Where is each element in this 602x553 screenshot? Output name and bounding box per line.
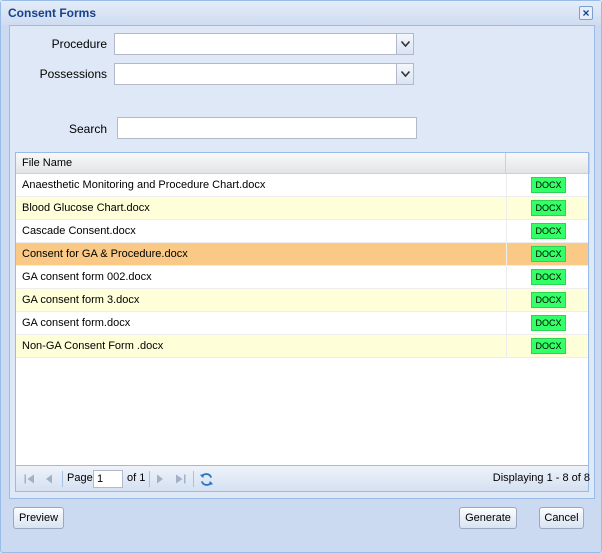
consent-forms-dialog: Consent Forms × Procedure Possessions Se… [0,0,602,553]
file-name-cell: Consent for GA & Procedure.docx [22,248,188,260]
file-grid: File Name Anaesthetic Monitoring and Pro… [15,152,590,492]
next-page-icon[interactable] [153,472,167,486]
first-page-icon[interactable] [22,472,36,486]
docx-badge: DOCX [531,338,566,354]
possessions-dropdown-trigger[interactable] [396,64,413,84]
possessions-combo[interactable] [114,63,414,85]
file-type-cell: DOCX [506,197,590,219]
file-name-cell: GA consent form 3.docx [22,294,140,306]
search-label: Search [68,122,107,136]
table-row[interactable]: Consent for GA & Procedure.docx DOCX [16,243,588,266]
docx-badge: DOCX [531,223,566,239]
toolbar-separator [149,471,150,487]
grid-header: File Name [16,153,590,174]
docx-badge: DOCX [531,246,566,262]
paging-display-info: Displaying 1 - 8 of 8 [492,472,590,484]
table-row[interactable]: Anaesthetic Monitoring and Procedure Cha… [16,174,588,197]
chevron-down-icon [400,41,410,47]
preview-button[interactable]: Preview [13,507,64,529]
docx-badge: DOCX [531,315,566,331]
file-name-cell: Blood Glucose Chart.docx [22,202,150,214]
last-page-icon[interactable] [173,472,187,486]
column-header-type[interactable] [506,153,590,174]
procedure-label: Procedure [51,37,107,51]
generate-button[interactable]: Generate [459,507,517,529]
table-row[interactable]: Blood Glucose Chart.docx DOCX [16,197,588,220]
file-type-cell: DOCX [506,335,590,357]
file-name-cell: GA consent form 002.docx [22,271,152,283]
chevron-down-icon [400,71,410,77]
table-row[interactable]: GA consent form 3.docx DOCX [16,289,588,312]
procedure-combo[interactable] [114,33,414,55]
file-type-cell: DOCX [506,266,590,288]
page-label: Page [67,472,93,484]
procedure-dropdown-trigger[interactable] [396,34,413,54]
close-button[interactable]: × [579,6,593,20]
dialog-title: Consent Forms [8,6,97,20]
toolbar-separator [193,471,194,487]
file-name-cell: Cascade Consent.docx [22,225,136,237]
dialog-body: Procedure Possessions Search File Name A… [9,25,595,499]
file-type-cell: DOCX [506,243,590,265]
file-name-cell: GA consent form.docx [22,317,131,329]
file-type-cell: DOCX [506,174,590,196]
page-number-input[interactable]: 1 [93,470,123,488]
previous-page-icon[interactable] [42,472,56,486]
file-type-cell: DOCX [506,312,590,334]
close-icon: × [582,6,590,20]
column-header-file-name[interactable]: File Name [16,153,506,174]
refresh-icon[interactable] [198,471,214,487]
docx-badge: DOCX [531,269,566,285]
toolbar-separator [62,471,63,487]
file-name-cell: Anaesthetic Monitoring and Procedure Cha… [22,179,266,191]
cancel-button[interactable]: Cancel [539,507,584,529]
docx-badge: DOCX [531,177,566,193]
paging-toolbar: Page 1 of 1 Displaying 1 - 8 of 8 [16,465,590,491]
table-row[interactable]: GA consent form 002.docx DOCX [16,266,588,289]
docx-badge: DOCX [531,200,566,216]
title-bar[interactable]: Consent Forms × [1,1,601,25]
file-name-cell: Non-GA Consent Form .docx [22,340,164,352]
table-row[interactable]: Cascade Consent.docx DOCX [16,220,588,243]
page-total-label: of 1 [127,472,146,484]
file-type-cell: DOCX [506,289,590,311]
possessions-label: Possessions [39,67,107,81]
table-row[interactable]: Non-GA Consent Form .docx DOCX [16,335,588,358]
file-type-cell: DOCX [506,220,590,242]
grid-rows: Anaesthetic Monitoring and Procedure Cha… [16,174,588,358]
docx-badge: DOCX [531,292,566,308]
search-input[interactable] [117,117,417,139]
table-row[interactable]: GA consent form.docx DOCX [16,312,588,335]
